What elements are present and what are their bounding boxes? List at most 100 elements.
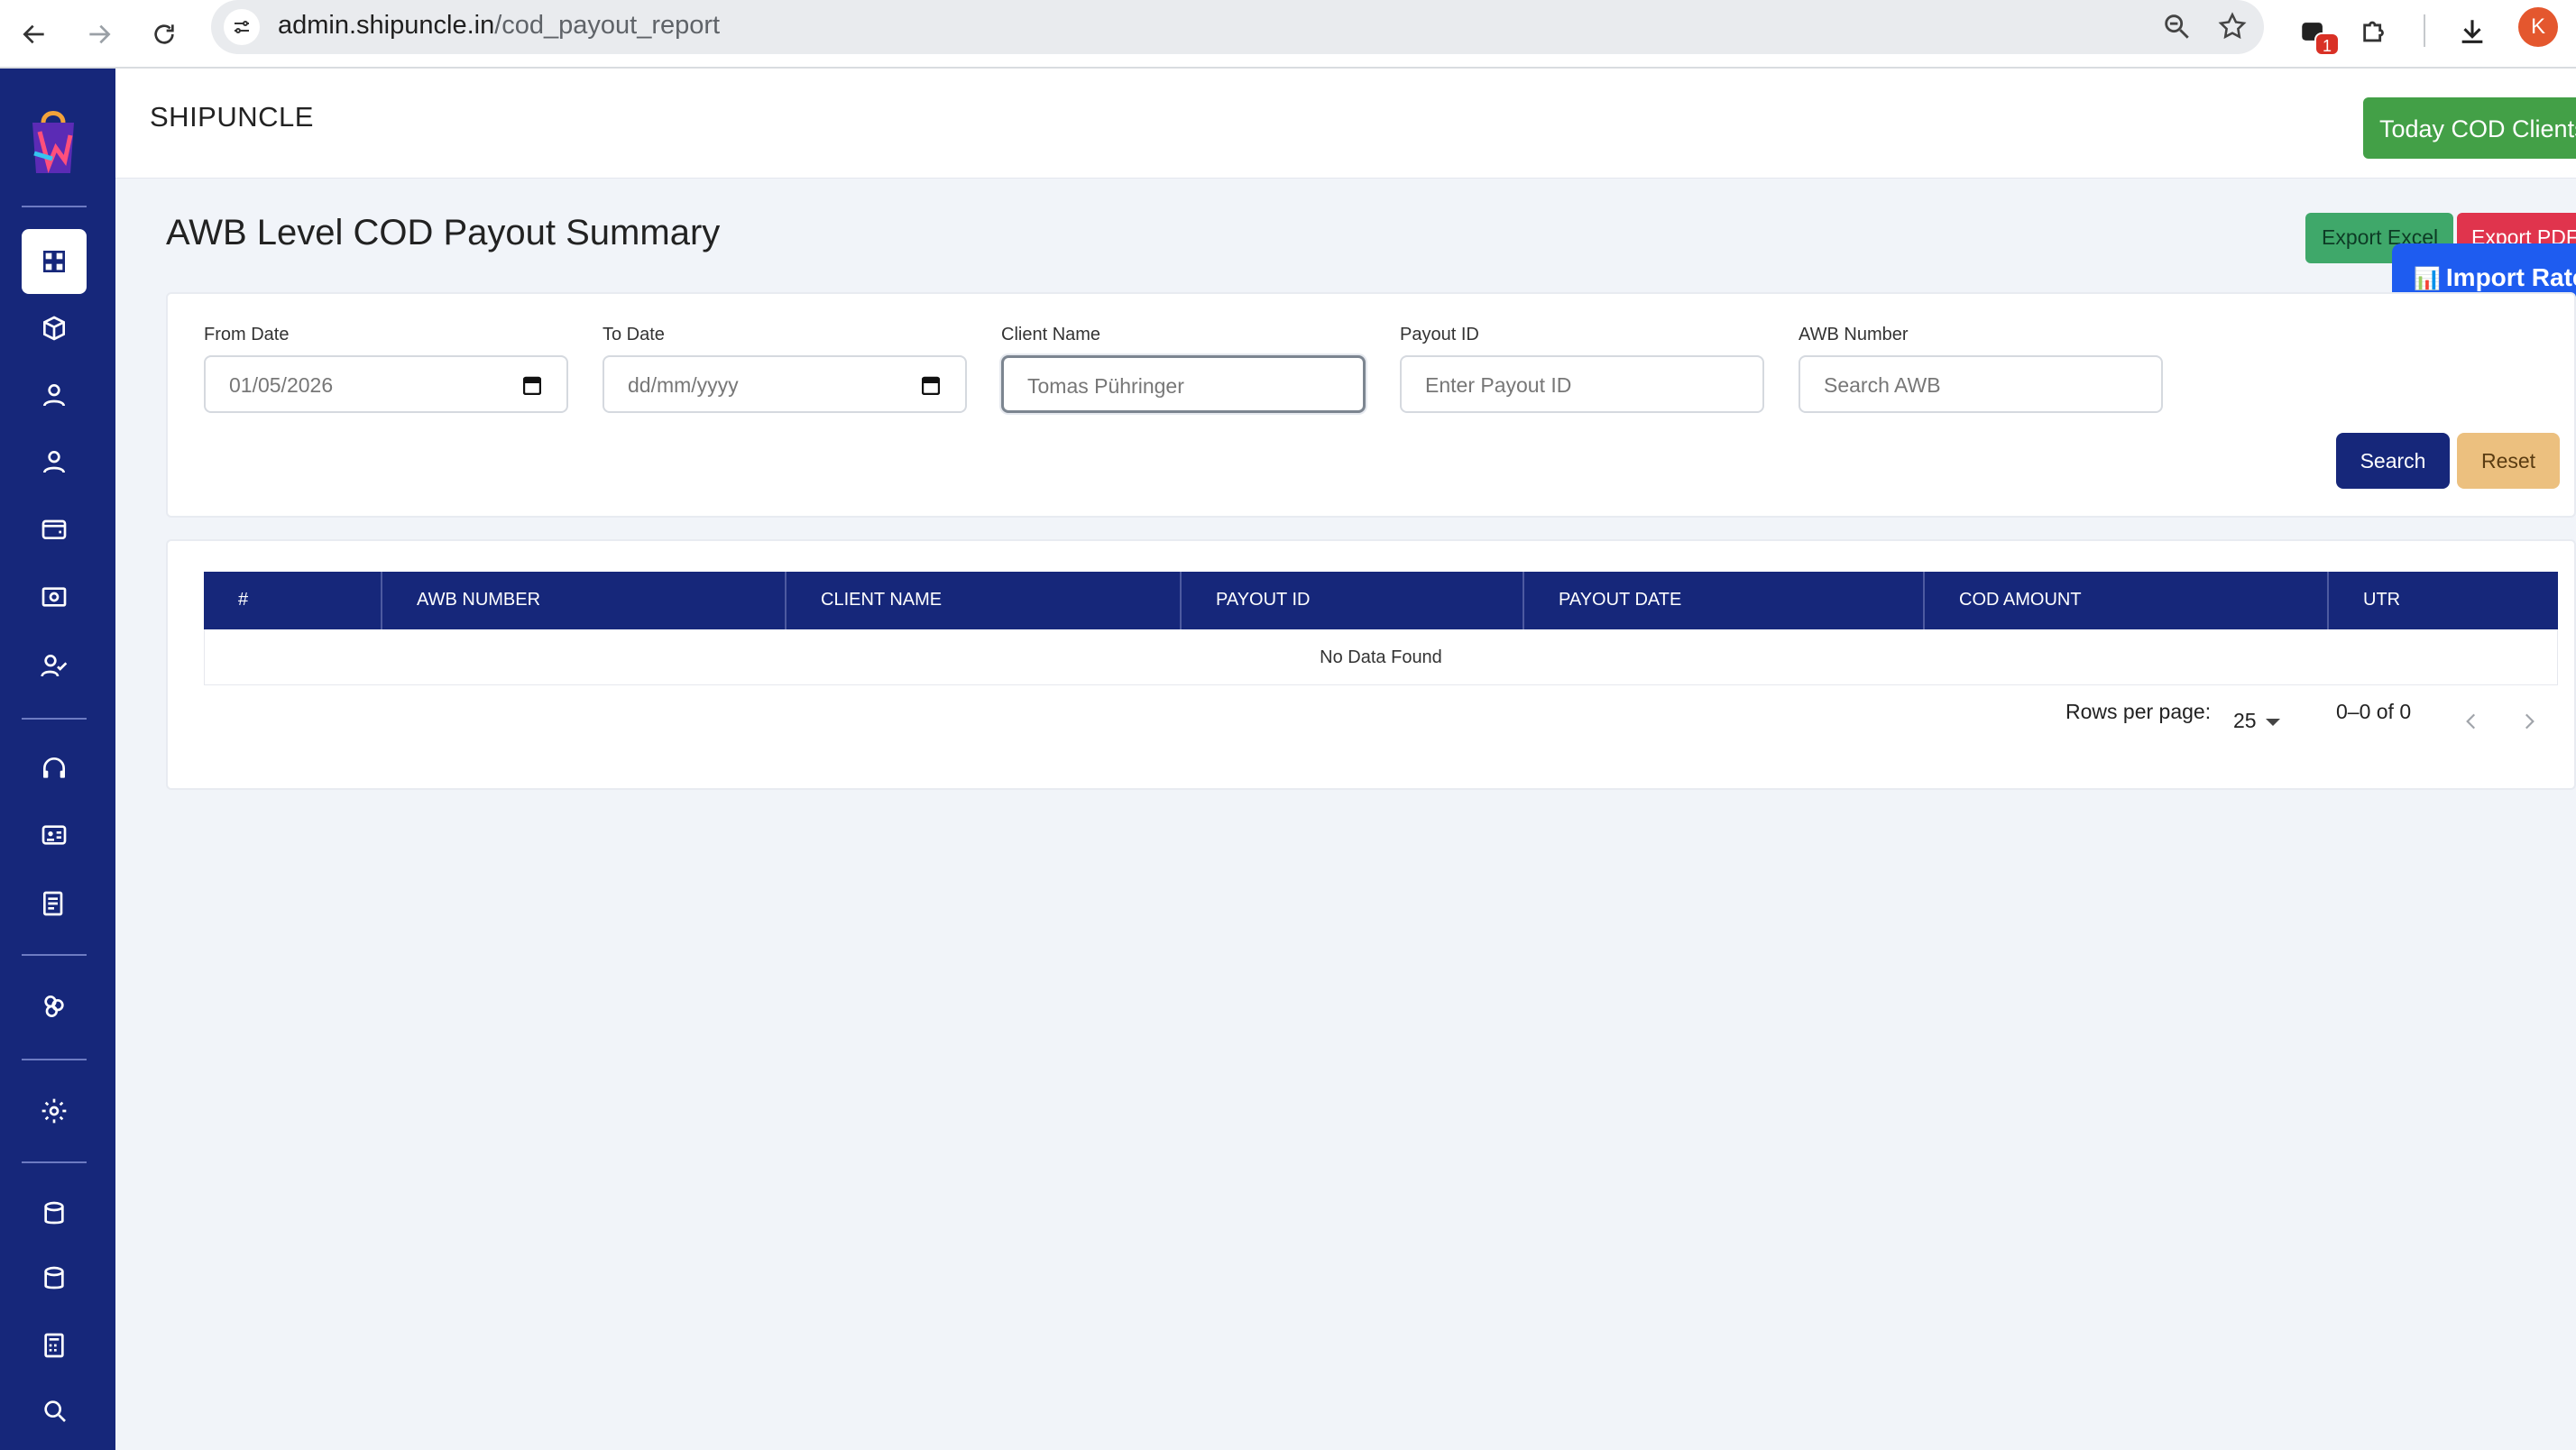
- sidebar-item-contacts[interactable]: [22, 803, 87, 867]
- column-header-payout-id[interactable]: PAYOUT ID: [1182, 572, 1524, 629]
- id-card-icon: [41, 825, 67, 845]
- sidebar-item-search[interactable]: [22, 1378, 87, 1443]
- headset-icon: [43, 757, 65, 778]
- caret-down-icon: [2265, 718, 2280, 726]
- import-rate-label: Import Rate: [2445, 263, 2576, 291]
- column-header-client-name[interactable]: CLIENT NAME: [787, 572, 1182, 629]
- calculator-icon: [44, 1333, 64, 1358]
- toolbar-divider: [2424, 14, 2425, 47]
- search-button[interactable]: Search: [2336, 433, 2450, 489]
- user-icon: [43, 384, 65, 407]
- today-cod-clients-button[interactable]: Today COD Clients: [2363, 97, 2576, 159]
- back-button[interactable]: [9, 9, 60, 60]
- sidebar-item-database[interactable]: [22, 1181, 87, 1246]
- top-header: SHIPUNCLE Today COD Clients: [115, 69, 2576, 179]
- calendar-icon[interactable]: [523, 375, 541, 395]
- awb-number-label: AWB Number: [1799, 325, 1909, 344]
- database-icon: [44, 1266, 64, 1289]
- user-icon: [43, 451, 65, 473]
- to-date-input[interactable]: dd/mm/yyyy: [603, 355, 967, 413]
- sidebar-divider: [22, 1059, 87, 1060]
- chart-icon: 📊: [2414, 267, 2441, 291]
- table-card: # AWB NUMBER CLIENT NAME PAYOUT ID PAYOU…: [166, 539, 2576, 790]
- sidebar-item-database-2[interactable]: [22, 1246, 87, 1311]
- site-info-icon[interactable]: [224, 9, 260, 45]
- profile-avatar[interactable]: K: [2518, 7, 2558, 47]
- column-header-index[interactable]: #: [204, 572, 382, 629]
- filter-card: From Date 01/05/2026 To Date dd/mm/yyyy …: [166, 292, 2576, 518]
- sidebar-item-support[interactable]: [22, 736, 87, 801]
- payout-id-label: Payout ID: [1400, 325, 1479, 344]
- client-name-input[interactable]: Tomas Pühringer: [1001, 355, 1366, 413]
- arrow-right-icon: [89, 24, 111, 44]
- payout-id-input[interactable]: Enter Payout ID: [1400, 355, 1764, 413]
- sidebar-item-users[interactable]: [22, 362, 87, 427]
- from-date-value: 01/05/2026: [229, 373, 334, 397]
- reset-button[interactable]: Reset: [2457, 433, 2560, 489]
- pagination-range: 0–0 of 0: [2336, 700, 2412, 723]
- rows-per-page-select[interactable]: 25: [2233, 709, 2280, 733]
- column-header-payout-date[interactable]: PAYOUT DATE: [1524, 572, 1925, 629]
- chevron-right-icon: [2525, 713, 2535, 730]
- brand-name: SHIPUNCLE: [150, 101, 314, 133]
- sidebar-item-dashboard[interactable]: [22, 229, 87, 294]
- report-icon: [43, 891, 63, 916]
- reload-button[interactable]: [139, 9, 189, 60]
- table-header: # AWB NUMBER CLIENT NAME PAYOUT ID PAYOU…: [204, 572, 2558, 629]
- sidebar-item-cod[interactable]: [22, 564, 87, 629]
- awb-number-input[interactable]: Search AWB: [1799, 355, 2163, 413]
- sidebar-divider: [22, 954, 87, 956]
- forward-button[interactable]: [74, 9, 124, 60]
- extension-badge: 1: [2314, 32, 2340, 56]
- dashboard-icon: [43, 251, 65, 272]
- client-name-label: Client Name: [1001, 325, 1101, 344]
- user-check-icon: [41, 655, 68, 677]
- sidebar-item-orders[interactable]: [22, 296, 87, 361]
- column-header-cod-amount[interactable]: COD AMOUNT: [1925, 572, 2329, 629]
- sidebar-item-wallet[interactable]: [22, 496, 87, 561]
- shipuncle-logo: [23, 103, 83, 177]
- from-date-input[interactable]: 01/05/2026: [204, 355, 568, 413]
- column-header-awb-number[interactable]: AWB NUMBER: [382, 572, 787, 629]
- from-date-label: From Date: [204, 325, 290, 344]
- to-date-label: To Date: [603, 325, 665, 344]
- cash-icon: [41, 587, 67, 607]
- bookmark-star-icon[interactable]: [2217, 11, 2248, 46]
- to-date-placeholder: dd/mm/yyyy: [628, 373, 739, 397]
- sidebar: [0, 69, 115, 1450]
- search-icon: [44, 1400, 66, 1422]
- page-title: AWB Level COD Payout Summary: [166, 213, 721, 252]
- download-icon[interactable]: [2450, 9, 2495, 54]
- client-name-placeholder: Tomas Pühringer: [1027, 374, 1184, 398]
- sidebar-item-clients[interactable]: [22, 429, 87, 494]
- sidebar-divider: [22, 206, 87, 207]
- sidebar-item-integrations[interactable]: [22, 974, 87, 1039]
- extension-notification-icon[interactable]: 1: [2291, 9, 2340, 56]
- sidebar-item-reports[interactable]: [22, 871, 87, 936]
- payout-id-placeholder: Enter Payout ID: [1425, 373, 1572, 397]
- wallet-icon: [41, 519, 67, 539]
- rows-per-page-value: 25: [2233, 709, 2257, 732]
- empty-table-message: No Data Found: [204, 629, 2558, 685]
- address-bar[interactable]: admin.shipuncle.in/cod_payout_report: [211, 0, 2264, 54]
- sidebar-divider: [22, 1161, 87, 1163]
- zoom-icon[interactable]: [2161, 11, 2192, 46]
- chevron-left-icon: [2466, 713, 2476, 730]
- reload-icon: [154, 24, 174, 44]
- sidebar-divider: [22, 718, 87, 720]
- database-icon: [44, 1201, 64, 1225]
- gear-icon: [41, 1098, 67, 1124]
- integrations-icon: [44, 996, 64, 1017]
- previous-page-button[interactable]: [2455, 705, 2488, 738]
- column-header-utr[interactable]: UTR: [2329, 572, 2558, 629]
- box-icon: [43, 316, 65, 341]
- sidebar-item-settings[interactable]: [22, 1078, 87, 1143]
- next-page-button[interactable]: [2513, 705, 2545, 738]
- extensions-puzzle-icon[interactable]: [2352, 9, 2397, 54]
- sidebar-item-calculator[interactable]: [22, 1313, 87, 1378]
- awb-number-placeholder: Search AWB: [1824, 373, 1941, 397]
- browser-toolbar: admin.shipuncle.in/cod_payout_report 1 K: [0, 0, 2576, 69]
- calendar-icon[interactable]: [922, 375, 940, 395]
- sidebar-item-kyc[interactable]: [22, 633, 87, 698]
- rows-per-page-label: Rows per page:: [2065, 700, 2212, 723]
